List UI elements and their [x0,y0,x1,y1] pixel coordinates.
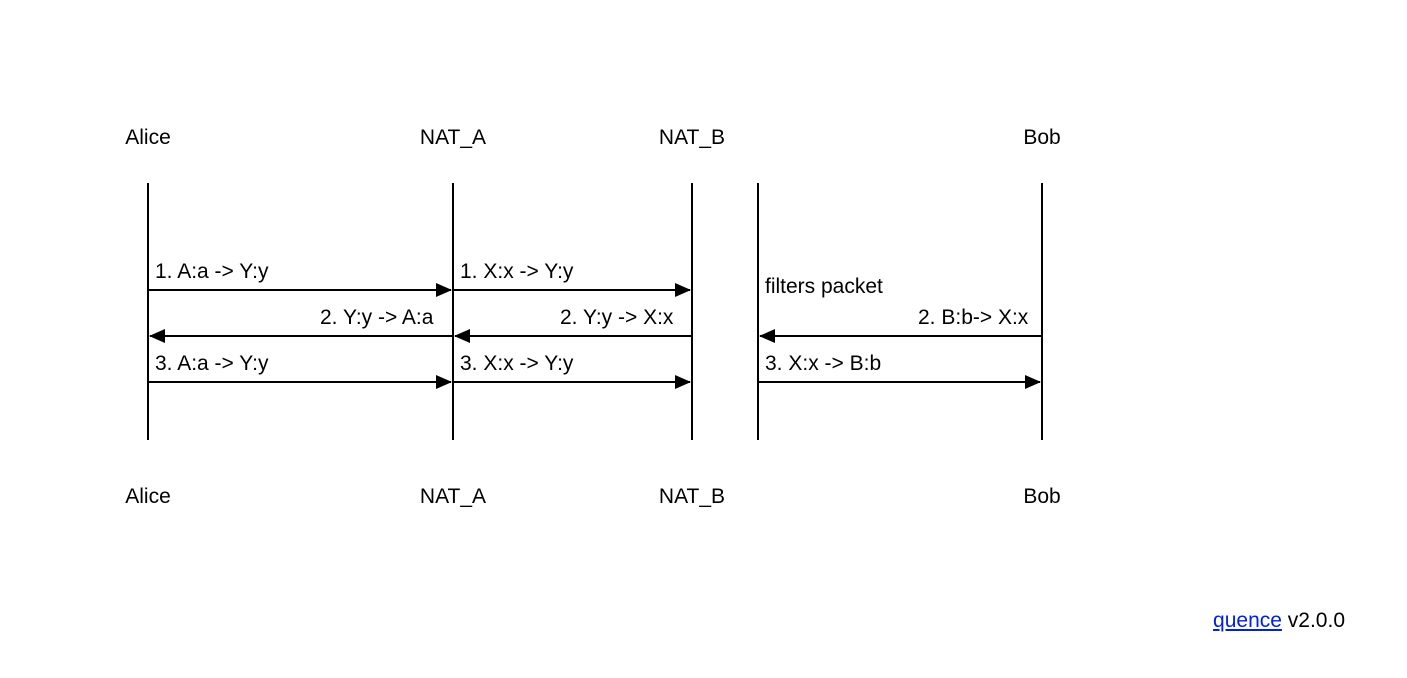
arrow-r2-natb-to-nata [455,335,691,337]
sequence-diagram: Alice NAT_A NAT_B Bob 1. A:a -> Y:y 1. X… [0,0,1407,678]
actor-label-nat-a-top: NAT_A [420,126,486,150]
lifeline-nat-a [452,183,454,440]
arrow-r2-nata-to-alice [150,335,452,337]
arrow-r3-natb-to-bob [759,381,1040,383]
actor-label-alice-bottom: Alice [125,485,171,509]
arrow-r2-bob-to-natb [760,335,1041,337]
msg-r3-bc: 3. X:x -> Y:y [460,352,573,376]
actor-label-bob-top: Bob [1023,126,1060,150]
actor-label-nat-b-top: NAT_B [659,126,725,150]
lifeline-nat-b-gap-right [757,183,759,440]
actor-label-nat-a-bottom: NAT_A [420,485,486,509]
arrow-r3-alice-to-nata [149,381,451,383]
msg-r2-cd: 2. B:b-> X:x [918,306,1028,330]
lifeline-bob [1041,183,1043,440]
arrow-r3-nata-to-natb [454,381,690,383]
credit-line: quence v2.0.0 [1213,609,1345,633]
lifeline-alice [147,183,149,440]
lifeline-nat-b [691,183,693,440]
msg-r2-bc: 2. Y:y -> X:x [560,306,673,330]
msg-r1-ab: 1. A:a -> Y:y [155,260,268,284]
arrow-r1-nata-to-natb [454,289,690,291]
credit-link[interactable]: quence [1213,609,1282,632]
credit-version: v2.0.0 [1282,609,1345,632]
actor-label-bob-bottom: Bob [1023,485,1060,509]
actor-label-alice-top: Alice [125,126,171,150]
note-filters-packet: filters packet [765,275,883,299]
arrow-r1-alice-to-nata [149,289,451,291]
actor-label-nat-b-bottom: NAT_B [659,485,725,509]
msg-r3-cd: 3. X:x -> B:b [765,352,881,376]
msg-r1-bc: 1. X:x -> Y:y [460,260,573,284]
msg-r3-ab: 3. A:a -> Y:y [155,352,268,376]
msg-r2-ab: 2. Y:y -> A:a [320,306,433,330]
